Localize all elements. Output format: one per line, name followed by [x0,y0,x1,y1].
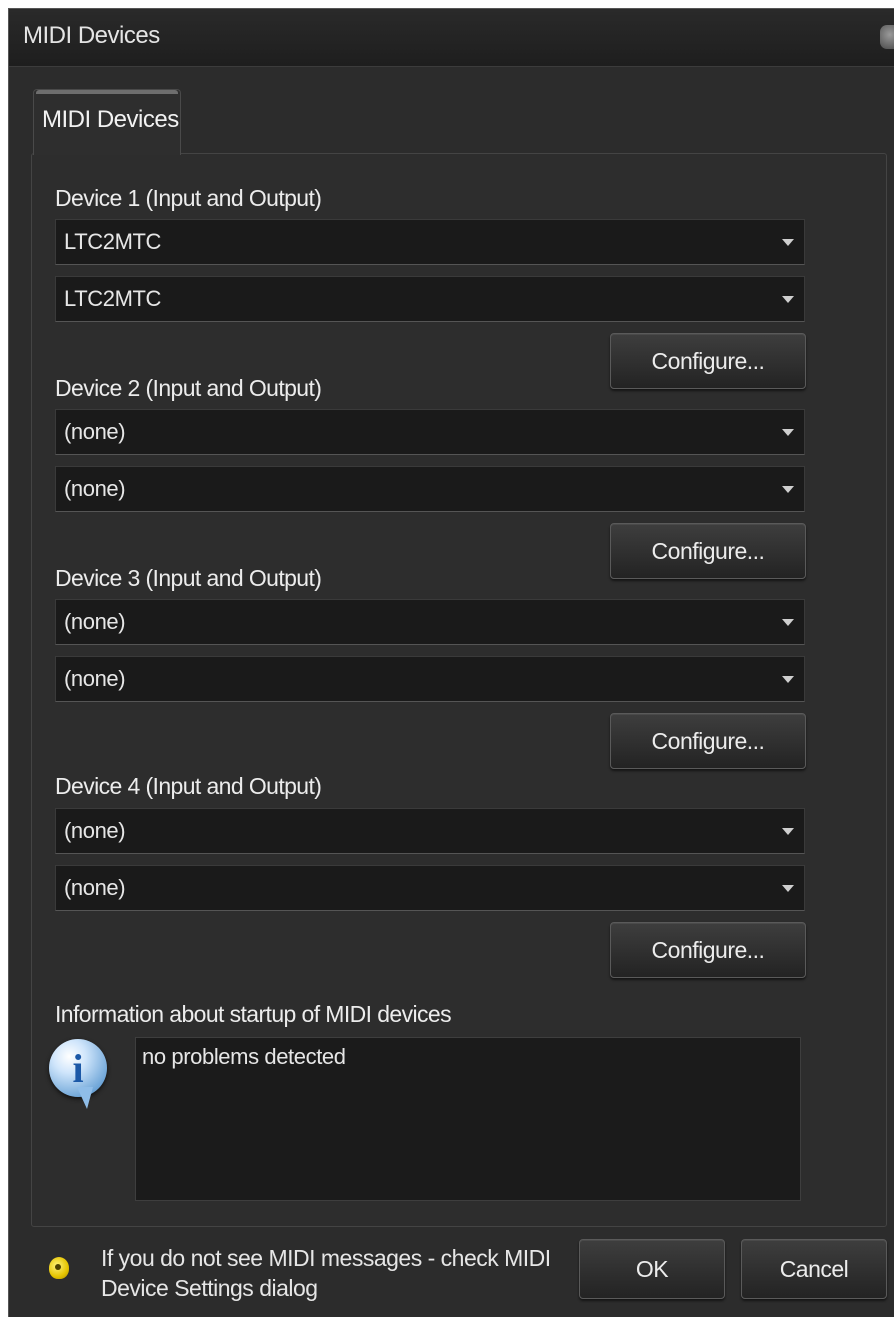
configure-label: Configure... [651,937,765,963]
device-1-output-select[interactable]: LTC2MTC [55,276,805,322]
device-3-output-value: (none) [64,666,126,691]
device-4-input-value: (none) [64,818,126,843]
device-3-configure-button[interactable]: Configure... [610,713,806,769]
ok-label: OK [635,1256,669,1282]
startup-info-text: no problems detected [142,1044,346,1069]
device-2-output-select[interactable]: (none) [55,466,805,512]
chevron-down-icon [782,885,794,892]
device-3-input-value: (none) [64,609,126,634]
midi-connector-icon [49,1257,69,1279]
window-title: MIDI Devices [23,22,160,49]
device-1-input-value: LTC2MTC [64,229,162,254]
device-4-output-value: (none) [64,875,126,900]
chevron-down-icon [782,296,794,303]
configure-label: Configure... [651,728,765,754]
cancel-label: Cancel [779,1256,849,1282]
device-3-label: Device 3 (Input and Output) [55,565,322,591]
configure-label: Configure... [651,348,765,374]
device-2-input-select[interactable]: (none) [55,409,805,455]
device-3-input-select[interactable]: (none) [55,599,805,645]
device-1-configure-button[interactable]: Configure... [610,333,806,389]
cancel-button[interactable]: Cancel [741,1239,887,1299]
device-1-label: Device 1 (Input and Output) [55,185,322,211]
device-2-input-value: (none) [64,419,126,444]
lock-icon [880,25,894,49]
device-2-configure-button[interactable]: Configure... [610,523,806,579]
configure-label: Configure... [651,538,765,564]
info-icon: i [49,1039,107,1109]
tab-midi-devices[interactable]: MIDI Devices [33,89,181,155]
midi-hint-text: If you do not see MIDI messages - check … [101,1245,551,1301]
ok-button[interactable]: OK [579,1239,725,1299]
device-4-configure-button[interactable]: Configure... [610,922,806,978]
startup-info-box[interactable]: no problems detected [135,1037,801,1201]
device-4-output-select[interactable]: (none) [55,865,805,911]
device-1-output-value: LTC2MTC [64,286,162,311]
startup-info-label: Information about startup of MIDI device… [55,1001,452,1027]
chevron-down-icon [782,619,794,626]
chevron-down-icon [782,429,794,436]
chevron-down-icon [782,828,794,835]
chevron-down-icon [782,676,794,683]
device-2-label: Device 2 (Input and Output) [55,375,322,401]
title-bar[interactable]: MIDI Devices [9,9,894,67]
device-1-input-select[interactable]: LTC2MTC [55,219,805,265]
device-4-label: Device 4 (Input and Output) [55,773,322,799]
device-4-input-select[interactable]: (none) [55,808,805,854]
midi-devices-dialog: MIDI Devices MIDI Devices Device 1 (Inpu… [8,8,894,1317]
chevron-down-icon [782,239,794,246]
device-2-output-value: (none) [64,476,126,501]
chevron-down-icon [782,486,794,493]
device-3-output-select[interactable]: (none) [55,656,805,702]
tab-label: MIDI Devices [42,106,179,133]
info-glyph: i [72,1046,84,1091]
